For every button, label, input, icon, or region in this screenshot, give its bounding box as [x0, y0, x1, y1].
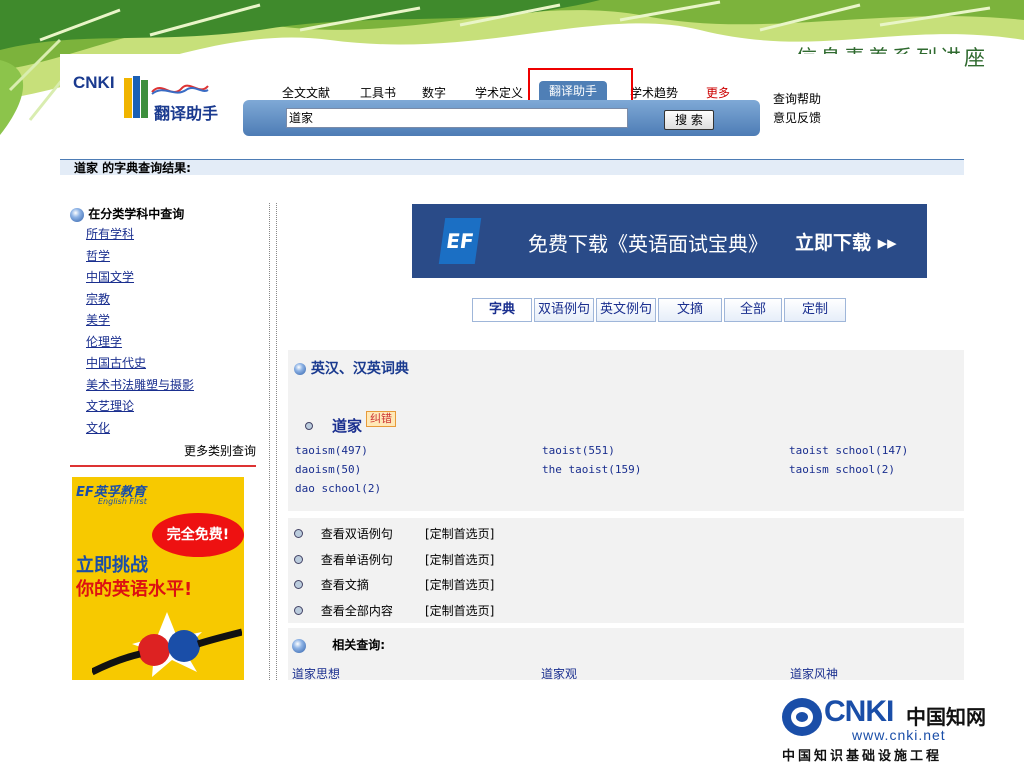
dictionary-heading: 英汉、汉英词典: [294, 358, 409, 378]
category-item[interactable]: 伦理学: [86, 335, 122, 349]
ad-free-badge: 完全免费!: [152, 513, 244, 557]
ef-side-ad[interactable]: EF英孚教育 English First 完全免费! 立即挑战 你的英语水平!: [72, 477, 244, 680]
translation-link[interactable]: taoism(497): [295, 444, 368, 457]
footer-cn: 中国知网: [906, 705, 986, 729]
bullet-icon: [294, 580, 303, 589]
translation-link[interactable]: daoism(50): [295, 463, 361, 476]
bullet-icon: [294, 555, 303, 564]
footer-project: 中国知识基础设施工程: [782, 749, 943, 764]
tab-abstracts[interactable]: 文摘: [658, 298, 722, 322]
tab-all[interactable]: 全部: [724, 298, 782, 322]
view-row: 查看全部内容 [定制首选页]: [294, 602, 494, 619]
category-item[interactable]: 文艺理论: [86, 399, 134, 413]
footer-brand: CNKI: [824, 695, 894, 728]
category-item[interactable]: 美学: [86, 313, 110, 327]
translation-link[interactable]: dao school(2): [295, 482, 381, 495]
category-item[interactable]: 宗教: [86, 292, 110, 306]
category-item[interactable]: 哲学: [86, 249, 110, 263]
tab-more[interactable]: 更多: [706, 84, 730, 101]
tab-numbers[interactable]: 数字: [422, 84, 446, 101]
customize-link[interactable]: [定制首选页]: [425, 525, 494, 542]
view-link[interactable]: 查看全部内容: [321, 604, 393, 618]
logo-brand: CNKI: [73, 73, 115, 92]
tab-bilingual-examples[interactable]: 双语例句: [534, 298, 594, 322]
customize-link[interactable]: [定制首选页]: [425, 551, 494, 568]
customize-link[interactable]: [定制首选页]: [425, 576, 494, 593]
bullet-icon: [294, 529, 303, 538]
category-list: 所有学科 哲学 中国文学 宗教 美学 伦理学 中国古代史 美术书法雕塑与摄影 文…: [86, 225, 256, 440]
help-links: 查询帮助 意见反馈: [773, 90, 821, 128]
books-icon: [124, 76, 148, 118]
globe-icon: [294, 363, 306, 375]
cnki-footer-logo: CNKI 中国知网 www.cnki.net 中国知识基础设施工程: [780, 693, 990, 765]
ad-line1: 立即挑战: [76, 555, 148, 576]
view-row: 查看单语例句 [定制首选页]: [294, 551, 494, 568]
category-item[interactable]: 美术书法雕塑与摄影: [86, 378, 194, 392]
ad-cta[interactable]: 立即下载 ▸▸: [795, 228, 897, 255]
view-row: 查看文摘 [定制首选页]: [294, 576, 494, 593]
ef-logo: EF: [438, 218, 482, 264]
translation-link[interactable]: taoist(551): [542, 444, 615, 457]
search-button[interactable]: 搜 索: [664, 110, 714, 130]
swirl-icon: [151, 84, 209, 95]
category-item[interactable]: 文化: [86, 421, 110, 435]
customize-link[interactable]: [定制首选页]: [425, 602, 494, 619]
tab-definitions[interactable]: 学术定义: [475, 84, 523, 101]
cnki-logo[interactable]: CNKI 翻译助手: [70, 68, 230, 128]
related-link[interactable]: 道家观: [541, 665, 577, 682]
tab-fulltext[interactable]: 全文文献: [282, 84, 330, 101]
category-heading: 在分类学科中查询: [70, 205, 256, 222]
related-heading: 相关查询:: [292, 636, 385, 653]
related-link[interactable]: 道家风神: [790, 665, 838, 682]
ad-message: 免费下载《英语面试宝典》: [528, 232, 768, 256]
related-link[interactable]: 道家思想: [292, 665, 340, 682]
category-item[interactable]: 中国文学: [86, 270, 134, 284]
view-link[interactable]: 查看文摘: [321, 578, 369, 592]
category-item[interactable]: 所有学科: [86, 227, 134, 241]
boxing-gloves-icon: [92, 612, 242, 677]
globe-icon: [70, 207, 84, 222]
category-item[interactable]: 中国古代史: [86, 356, 146, 370]
more-categories-link[interactable]: 更多类别查询: [70, 442, 256, 459]
column-divider: [269, 203, 277, 680]
tab-dictionary[interactable]: 字典: [472, 298, 532, 322]
dictionary-term: 道家: [332, 417, 363, 435]
ad-line2: 你的英语水平!: [76, 579, 193, 600]
view-row: 查看双语例句 [定制首选页]: [294, 525, 494, 542]
tab-reference[interactable]: 工具书: [360, 84, 396, 101]
feedback-link[interactable]: 意见反馈: [773, 109, 821, 128]
logo-product: 翻译助手: [154, 104, 219, 123]
correct-button[interactable]: 纠错: [366, 411, 396, 427]
view-link[interactable]: 查看单语例句: [321, 553, 393, 567]
related-panel: [288, 628, 964, 680]
view-link[interactable]: 查看双语例句: [321, 527, 393, 541]
divider: [70, 465, 256, 467]
ef-banner-ad[interactable]: EF 免费下载《英语面试宝典》 立即下载 ▸▸: [412, 204, 927, 278]
tab-trends[interactable]: 学术趋势: [630, 84, 678, 101]
category-panel: 在分类学科中查询 所有学科 哲学 中国文学 宗教 美学 伦理学 中国古代史 美术…: [70, 205, 256, 459]
translation-link[interactable]: taoist school(147): [789, 444, 908, 457]
result-title: 道家 的字典查询结果:: [60, 159, 964, 175]
bullet-icon: [294, 606, 303, 615]
tab-english-examples[interactable]: 英文例句: [596, 298, 656, 322]
bullet-icon: [305, 422, 313, 430]
search-input[interactable]: 道家: [286, 108, 628, 128]
translation-link[interactable]: the taoist(159): [542, 463, 641, 476]
translation-link[interactable]: taoism school(2): [789, 463, 895, 476]
query-help-link[interactable]: 查询帮助: [773, 90, 821, 109]
tab-customize[interactable]: 定制: [784, 298, 846, 322]
ad-brand-en: English First: [98, 497, 147, 506]
footer-url: www.cnki.net: [852, 727, 946, 743]
globe-icon: [292, 638, 306, 653]
